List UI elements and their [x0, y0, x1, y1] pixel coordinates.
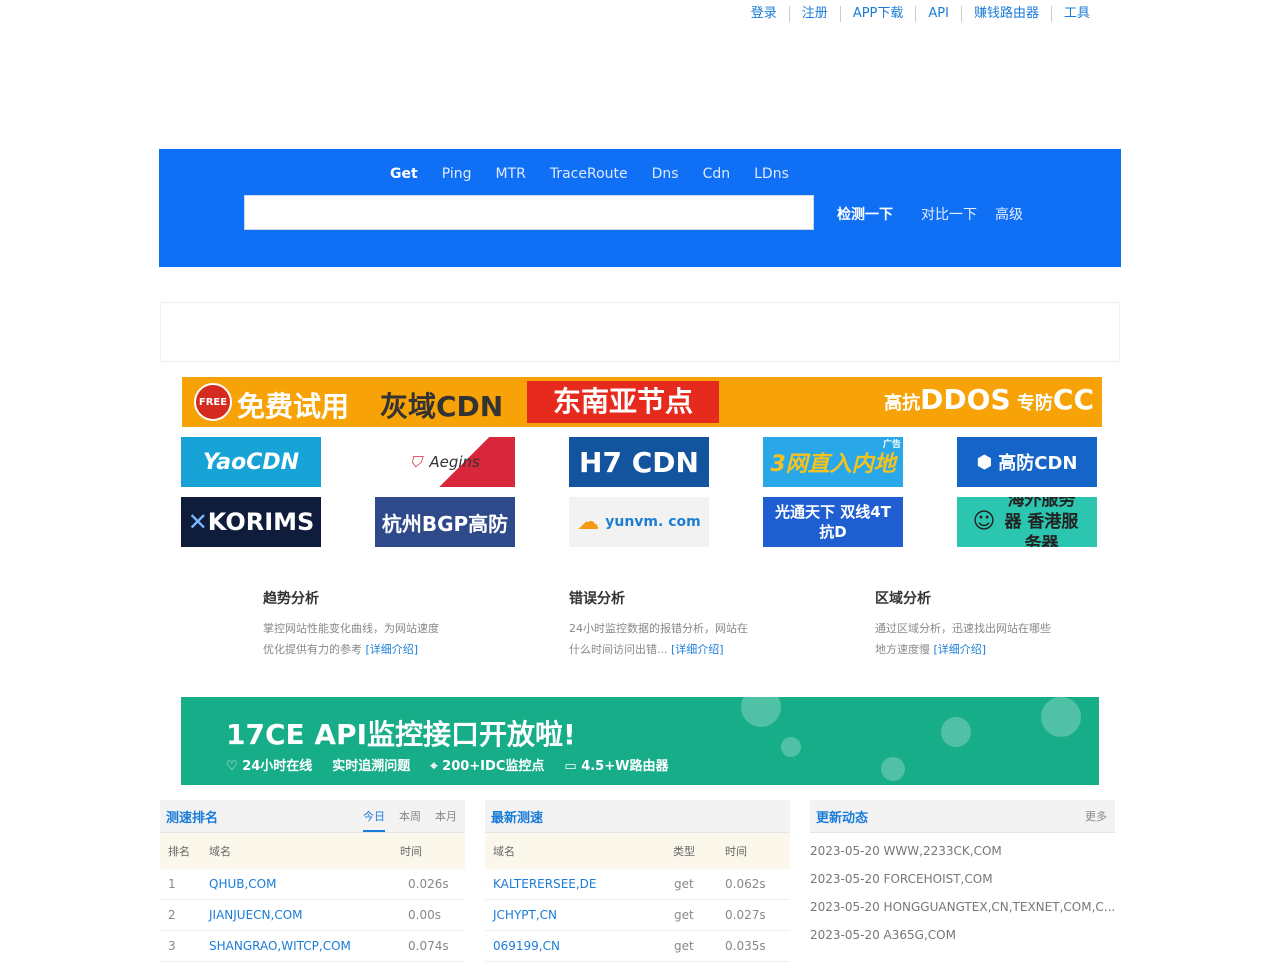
list-item[interactable]: 2023-05-20 WWW,2233CK,COM [810, 837, 1115, 865]
network-node [1041, 697, 1081, 737]
ad-gaofang-cdn[interactable]: ⬢ 高防CDN [957, 437, 1097, 487]
ad-korims[interactable]: ✕ KORIMS [181, 497, 321, 547]
ad-h7cdn[interactable]: H7 CDN [569, 437, 709, 487]
ad-overseas-server[interactable]: ☺ 海外服务器 香港服务器 [957, 497, 1097, 547]
x-icon: ✕ [187, 508, 208, 536]
panel-title: 测速排名 [166, 811, 219, 826]
ad-placeholder [160, 302, 1120, 362]
tools-link[interactable]: 工具 [1050, 6, 1102, 22]
url-input[interactable] [244, 195, 814, 230]
table-row: 1 QHUB,COM 0.026s [160, 869, 465, 900]
table-row: 3 SHANGRAO,WITCP,COM 0.074s [160, 931, 465, 962]
list-item[interactable]: 2023-05-20 A365G,COM [810, 921, 1115, 949]
ad-aegins[interactable]: ⛉ Aegins [375, 437, 515, 487]
list-item[interactable]: 2023-05-20 HONGGUANGTEX,CN,TEXNET,COM,C.… [810, 893, 1115, 921]
network-node [741, 697, 781, 727]
api-banner-title: 17CE API监控接口开放啦! [226, 718, 576, 751]
feature-region: 区域分析 通过区域分析，迅速找出网站在哪些 地方速度慢 [详细介绍] [875, 588, 1095, 660]
panel-title: 更新动态 [816, 811, 869, 826]
feature-title: 错误分析 [569, 591, 625, 607]
tab-get[interactable]: Get [390, 166, 418, 182]
table-row: JCHYPT,CN get 0.027s [485, 900, 790, 931]
tab-traceroute[interactable]: TraceRoute [550, 166, 628, 182]
robot-icon: ☺ [972, 509, 996, 534]
compare-button[interactable]: 对比一下 [921, 204, 977, 224]
banner-sea-node: 东南亚节点 [527, 381, 719, 423]
tab-ldns[interactable]: LDns [754, 166, 789, 182]
feature-title: 区域分析 [875, 591, 931, 607]
detail-link[interactable]: [详细介绍] [671, 643, 724, 656]
top-nav: 登录 注册 APP下载 API 赚钱路由器 工具 [739, 6, 1102, 22]
table-header: 域名 类型 时间 [485, 833, 790, 869]
feature-title: 趋势分析 [263, 591, 319, 607]
free-badge: FREE [194, 383, 232, 421]
tab-month[interactable]: 本月 [435, 808, 457, 832]
router-icon: ▭ [564, 759, 577, 774]
ad-yaocdn[interactable]: YaoCDN [181, 437, 321, 487]
speed-ranking-panel: 测速排名 今日 本周 本月 排名 域名 时间 1 QHUB,COM 0.026s… [160, 800, 465, 962]
router-link[interactable]: 赚钱路由器 [960, 6, 1051, 22]
latest-tests-panel: 最新测速 域名 类型 时间 KALTERERSEE,DE get 0.062s … [485, 800, 790, 962]
detail-link[interactable]: [详细介绍] [934, 643, 987, 656]
table-row: KALTERERSEE,DE get 0.062s [485, 869, 790, 900]
panel-title: 最新测速 [491, 811, 544, 826]
tab-cdn[interactable]: Cdn [703, 166, 731, 182]
network-node [781, 737, 801, 757]
check-button[interactable]: 检测一下 [837, 204, 893, 224]
tab-week[interactable]: 本周 [399, 808, 421, 832]
ad-3net[interactable]: 3网直入内地 广告 [763, 437, 903, 487]
tab-dns[interactable]: Dns [652, 166, 679, 182]
network-node [941, 717, 971, 747]
more-link[interactable]: 更多 [1085, 808, 1107, 824]
shield-icon: ⛉ [410, 453, 422, 471]
tab-today[interactable]: 今日 [363, 808, 385, 832]
ad-hangzhou-bgp[interactable]: 杭州BGP高防 [375, 497, 515, 547]
register-link[interactable]: 注册 [788, 6, 840, 22]
banner-ddos: 高抗DDOS 专防CC [884, 383, 1094, 416]
search-panel: Get Ping MTR TraceRoute Dns Cdn LDns 检测一… [159, 149, 1121, 267]
feature-trend: 趋势分析 掌控网站性能变化曲线，为网站速度 优化提供有力的参考 [详细介绍] [263, 588, 483, 660]
table-row: 2 JIANJUECN,COM 0.00s [160, 900, 465, 931]
test-type-tabs: Get Ping MTR TraceRoute Dns Cdn LDns [390, 166, 813, 182]
cube-icon: ⬢ [976, 451, 993, 473]
login-link[interactable]: 登录 [739, 6, 789, 22]
cloud-icon: ☁ [577, 509, 600, 535]
list-item[interactable]: 2023-05-20 FORCEHOIST,COM [810, 865, 1115, 893]
tab-mtr[interactable]: MTR [495, 166, 525, 182]
api-link[interactable]: API [915, 6, 961, 22]
heart-icon: ♡ [226, 759, 238, 774]
cdn-banner[interactable]: FREE 免费试用 灰域CDN 东南亚节点 高抗DDOS 专防CC [182, 377, 1102, 427]
table-header: 排名 域名 时间 [160, 833, 465, 869]
tab-ping[interactable]: Ping [442, 166, 472, 182]
ad-yunvm[interactable]: ☁ yunvm. com [569, 497, 709, 547]
api-banner[interactable]: 17CE API监控接口开放啦! ♡ 24小时在线 实时追溯问题 ⌖ 200+I… [181, 697, 1099, 785]
table-row: 069199,CN get 0.035s [485, 931, 790, 962]
location-icon: ⌖ [430, 759, 438, 774]
updates-panel: 更新动态 更多 2023-05-20 WWW,2233CK,COM 2023-0… [810, 800, 1115, 949]
banner-cdn-name: 灰域CDN [380, 390, 504, 423]
ad-guangtong[interactable]: 光通天下 双线4T抗D [763, 497, 903, 547]
detail-link[interactable]: [详细介绍] [366, 643, 419, 656]
feature-error: 错误分析 24小时监控数据的报错分析，网站在 什么时间访问出错... [详细介绍] [569, 588, 789, 660]
banner-free-trial: 免费试用 [237, 390, 350, 423]
app-download-link[interactable]: APP下载 [839, 6, 916, 22]
ad-label: 广告 [882, 440, 901, 450]
network-node [881, 757, 905, 781]
advanced-button[interactable]: 高级 [995, 204, 1023, 224]
